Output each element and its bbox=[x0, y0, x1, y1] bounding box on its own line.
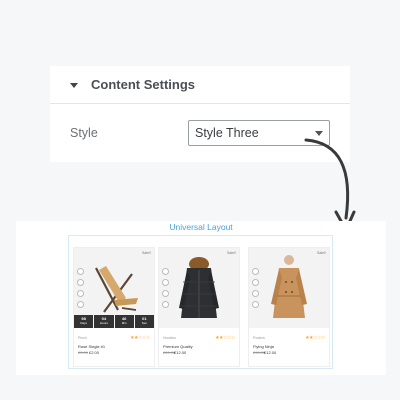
product-image bbox=[249, 248, 329, 328]
countdown-timer: 98 Days 04 Hours 46 Min 01 Sec bbox=[74, 315, 154, 328]
product-category[interactable]: Hoodies bbox=[163, 336, 176, 340]
countdown-days: 98 Days bbox=[74, 315, 94, 328]
sale-badge: Sale!! bbox=[142, 251, 151, 255]
product-category[interactable]: Posters bbox=[253, 336, 265, 340]
search-icon[interactable] bbox=[162, 268, 169, 275]
product-name[interactable]: Premium Quality bbox=[163, 344, 193, 349]
style-select-value: Style Three bbox=[195, 126, 259, 140]
compare-icon[interactable] bbox=[77, 290, 84, 297]
product-name[interactable]: Rose Single #1 bbox=[78, 344, 105, 349]
product-card[interactable]: Sale!! Hoodies ★★☆☆☆ Premium Quality £20… bbox=[158, 247, 240, 367]
panel-title: Content Settings bbox=[91, 77, 195, 92]
heart-icon[interactable] bbox=[77, 279, 84, 286]
product-name[interactable]: Flying Ninja bbox=[253, 344, 274, 349]
sale-badge: Sale!! bbox=[317, 251, 326, 255]
price-new: £12.00 bbox=[174, 350, 187, 355]
heart-icon[interactable] bbox=[252, 279, 259, 286]
search-icon[interactable] bbox=[77, 268, 84, 275]
cart-icon[interactable] bbox=[162, 301, 169, 308]
countdown-minutes: 46 Min bbox=[114, 315, 134, 328]
rating-stars: ★★☆☆☆ bbox=[130, 335, 150, 341]
product-card[interactable]: Sale!! 98 Days 04 Hours 46 Min 01 Sec Pinch … bbox=[73, 247, 155, 367]
style-label: Style bbox=[70, 126, 98, 140]
curved-arrow-icon bbox=[304, 138, 356, 232]
product-category[interactable]: Pinch bbox=[78, 336, 87, 340]
caret-down-icon bbox=[70, 83, 78, 88]
cart-icon[interactable] bbox=[252, 301, 259, 308]
price-new: £2.00 bbox=[89, 350, 100, 355]
product-card[interactable]: Sale!! Posters ★★☆☆☆ Flying Ninja £15.00… bbox=[248, 247, 330, 367]
compare-icon[interactable] bbox=[162, 290, 169, 297]
product-image bbox=[159, 248, 239, 328]
layout-preview: Universal Layout Sale!! 98 Days 04 Hours 4… bbox=[16, 221, 386, 375]
cart-icon[interactable] bbox=[77, 301, 84, 308]
price-old: £3.00 bbox=[78, 350, 89, 355]
coat-image bbox=[271, 255, 307, 318]
countdown-seconds: 01 Sec bbox=[134, 315, 154, 328]
jacket-image bbox=[179, 257, 219, 318]
preview-title: Universal Layout bbox=[169, 222, 233, 232]
rating-stars: ★★☆☆☆ bbox=[305, 335, 325, 341]
countdown-hours: 04 Hours bbox=[94, 315, 114, 328]
sale-badge: Sale!! bbox=[227, 251, 236, 255]
content-settings-header[interactable]: Content Settings bbox=[50, 66, 350, 104]
price-new: £12.00 bbox=[264, 350, 277, 355]
search-icon[interactable] bbox=[252, 268, 259, 275]
heart-icon[interactable] bbox=[162, 279, 169, 286]
rating-stars: ★★☆☆☆ bbox=[215, 335, 235, 341]
compare-icon[interactable] bbox=[252, 290, 259, 297]
